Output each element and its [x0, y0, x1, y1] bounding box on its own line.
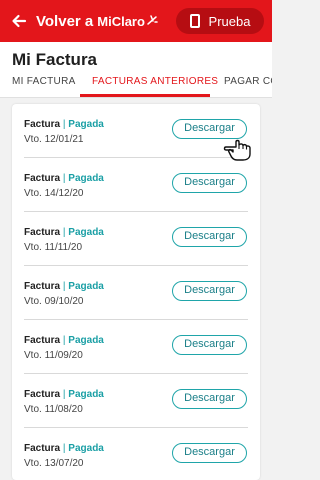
brand-logo: MiClaro [97, 14, 158, 29]
invoice-status: Pagada [68, 389, 104, 400]
invoice-label: Factura [24, 443, 61, 454]
invoice-due-date: Vto. 11/09/20 [24, 350, 83, 361]
invoice-row: Factura | Pagada Vto. 11/11/20 Descargar [12, 212, 260, 266]
invoice-status: Pagada [68, 281, 104, 292]
download-button[interactable]: Descargar [172, 335, 247, 355]
invoice-status: Pagada [68, 335, 104, 346]
invoice-due-date: Vto. 09/10/20 [24, 296, 84, 307]
invoice-row: Factura | Pagada Vto. 11/08/20 Descargar [12, 374, 260, 428]
download-button[interactable]: Descargar [172, 173, 247, 193]
invoice-separator: | [62, 173, 66, 184]
arrow-left-icon [8, 10, 30, 32]
invoice-status: Pagada [68, 443, 104, 454]
invoice-due-date: Vto. 14/12/20 [24, 188, 84, 199]
invoice-label: Factura [24, 119, 61, 130]
invoice-label: Factura [24, 173, 61, 184]
invoice-label: Factura [24, 389, 61, 400]
invoice-title: Factura | Pagada [24, 281, 104, 292]
invoice-due-date: Vto. 13/07/20 [24, 458, 84, 469]
download-button[interactable]: Descargar [172, 389, 247, 409]
download-button[interactable]: Descargar [172, 281, 247, 301]
line-selector-button[interactable]: Prueba [176, 8, 264, 34]
invoice-title: Factura | Pagada [24, 335, 104, 346]
invoice-title: Factura | Pagada [24, 443, 104, 454]
page-title: Mi Factura [12, 50, 98, 69]
invoice-due-date: Vto. 11/11/20 [24, 242, 83, 253]
brand-label: MiClaro [97, 13, 145, 29]
invoice-status: Pagada [68, 173, 104, 184]
top-bar: Volver a MiClaro Prueba [0, 0, 272, 42]
tab-mi-factura[interactable]: MI FACTURA [12, 76, 76, 87]
invoice-status: Pagada [68, 227, 104, 238]
page-header: Mi Factura MI FACTURA FACTURAS ANTERIORE… [0, 42, 272, 98]
tab-facturas-anteriores[interactable]: FACTURAS ANTERIORES [92, 76, 218, 87]
phone-icon [189, 14, 200, 28]
invoice-row: Factura | Pagada Vto. 13/07/20 Descargar [12, 428, 260, 480]
back-button[interactable]: Volver a MiClaro [8, 10, 158, 32]
invoice-status: Pagada [68, 119, 104, 130]
invoice-separator: | [62, 443, 66, 454]
download-button[interactable]: Descargar [172, 443, 247, 463]
invoice-title: Factura | Pagada [24, 227, 104, 238]
claro-swoosh-icon [146, 14, 158, 29]
invoice-title: Factura | Pagada [24, 389, 104, 400]
invoice-separator: | [62, 227, 66, 238]
invoice-separator: | [62, 335, 66, 346]
tab-bar: MI FACTURA FACTURAS ANTERIORES PAGAR CO [0, 70, 272, 98]
invoice-row: Factura | Pagada Vto. 09/10/20 Descargar [12, 266, 260, 320]
download-button[interactable]: Descargar [172, 227, 247, 247]
invoice-due-date: Vto. 12/01/21 [24, 134, 84, 145]
invoice-title: Factura | Pagada [24, 119, 104, 130]
line-selector-label: Prueba [208, 13, 251, 29]
tab-divider [0, 97, 272, 98]
invoice-separator: | [62, 389, 66, 400]
invoice-label: Factura [24, 227, 61, 238]
invoice-separator: | [62, 119, 66, 130]
active-tab-indicator [80, 94, 210, 97]
tab-pagar[interactable]: PAGAR CO [224, 76, 272, 87]
invoice-label: Factura [24, 335, 61, 346]
invoice-row: Factura | Pagada Vto. 11/09/20 Descargar [12, 320, 260, 374]
invoice-separator: | [62, 281, 66, 292]
invoice-label: Factura [24, 281, 61, 292]
back-label: Volver a [36, 12, 94, 30]
pointer-hand-icon [220, 134, 256, 167]
invoice-due-date: Vto. 11/08/20 [24, 404, 83, 415]
invoice-title: Factura | Pagada [24, 173, 104, 184]
